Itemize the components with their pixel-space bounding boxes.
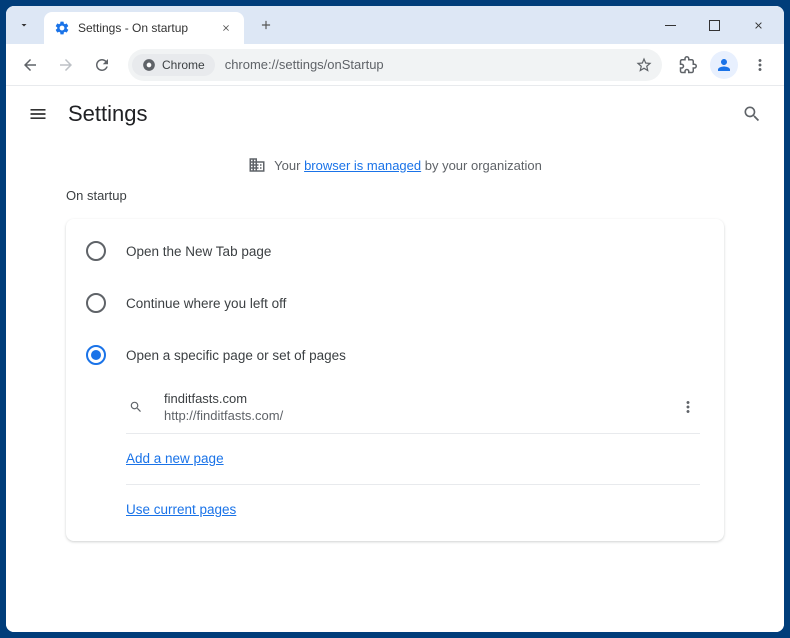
page-url: http://finditfasts.com/ (164, 408, 672, 423)
extensions-button[interactable] (672, 49, 704, 81)
startup-page-entry: finditfasts.com http://finditfasts.com/ (66, 381, 724, 433)
add-page-row: Add a new page (126, 434, 700, 484)
radio-label: Open a specific page or set of pages (126, 348, 346, 363)
site-chip-label: Chrome (162, 58, 205, 72)
use-current-link[interactable]: Use current pages (126, 502, 236, 517)
window-controls (648, 9, 780, 41)
page-info: finditfasts.com http://finditfasts.com/ (164, 391, 672, 423)
hamburger-menu-button[interactable] (26, 102, 50, 126)
profile-button[interactable] (708, 49, 740, 81)
browser-tab[interactable]: Settings - On startup (44, 12, 244, 44)
tab-close-button[interactable] (218, 20, 234, 36)
managed-text: Your browser is managed by your organiza… (274, 158, 542, 173)
bookmark-button[interactable] (630, 51, 658, 79)
page-name: finditfasts.com (164, 391, 672, 406)
content: Settings Your browser is managed by your… (6, 86, 784, 632)
page-title: Settings (68, 101, 148, 127)
domain-icon (248, 156, 266, 174)
titlebar: Settings - On startup (6, 6, 784, 44)
tab-search-dropdown[interactable] (10, 11, 38, 39)
minimize-button[interactable] (648, 9, 692, 41)
settings-icon (54, 20, 70, 36)
radio-label: Continue where you left off (126, 296, 286, 311)
url-text: chrome://settings/onStartup (225, 57, 630, 72)
menu-button[interactable] (744, 49, 776, 81)
managed-banner: Your browser is managed by your organiza… (6, 142, 784, 188)
startup-card: Open the New Tab page Continue where you… (66, 219, 724, 541)
address-bar[interactable]: Chrome chrome://settings/onStartup (128, 49, 662, 81)
radio-open-new-tab[interactable]: Open the New Tab page (66, 225, 724, 277)
forward-button[interactable] (50, 49, 82, 81)
radio-specific-pages[interactable]: Open a specific page or set of pages (66, 329, 724, 381)
tab-title: Settings - On startup (78, 21, 218, 35)
use-current-row: Use current pages (126, 485, 700, 535)
radio-icon (86, 241, 106, 261)
chrome-icon (142, 58, 156, 72)
on-startup-section: On startup Open the New Tab page Continu… (6, 188, 784, 541)
section-title: On startup (66, 188, 724, 203)
add-page-link[interactable]: Add a new page (126, 451, 224, 466)
maximize-button[interactable] (692, 9, 736, 41)
managed-link[interactable]: browser is managed (304, 158, 421, 173)
close-window-button[interactable] (736, 9, 780, 41)
back-button[interactable] (14, 49, 46, 81)
search-settings-button[interactable] (740, 102, 764, 126)
new-tab-button[interactable] (252, 11, 280, 39)
site-chip[interactable]: Chrome (132, 54, 215, 76)
radio-label: Open the New Tab page (126, 244, 271, 259)
settings-header: Settings (6, 86, 784, 142)
radio-continue[interactable]: Continue where you left off (66, 277, 724, 329)
search-icon (126, 400, 146, 414)
page-more-button[interactable] (672, 391, 704, 423)
toolbar: Chrome chrome://settings/onStartup (6, 44, 784, 86)
reload-button[interactable] (86, 49, 118, 81)
radio-icon (86, 345, 106, 365)
avatar-icon (710, 51, 738, 79)
radio-icon (86, 293, 106, 313)
